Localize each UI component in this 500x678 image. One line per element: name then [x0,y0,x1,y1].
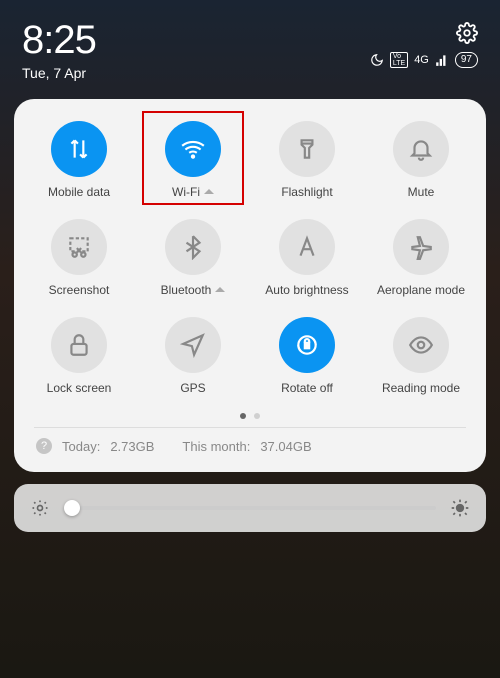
brightness-low-icon [30,498,50,518]
tile-label: Lock screen [47,381,112,395]
month-label: This month: [182,439,250,454]
tile-label: Auto brightness [265,283,348,297]
settings-icon[interactable] [456,22,478,44]
tile-label: Aeroplane mode [377,283,465,297]
tile-mute[interactable]: Mute [364,117,478,203]
signal-icon [435,53,449,67]
tile-reading-mode[interactable]: Reading mode [364,313,478,399]
lock-icon [66,332,92,358]
clock-date: Tue, 7 Apr [22,65,96,81]
tile-label: Flashlight [281,185,332,199]
mobile-data-icon [66,136,92,162]
dnd-moon-icon [370,53,384,67]
tile-label: Wi-Fi [172,185,214,199]
tile-screenshot[interactable]: Screenshot [22,215,136,301]
brightness-track[interactable] [64,506,436,510]
tile-label: Screenshot [49,283,110,297]
today-value: 2.73GB [110,439,154,454]
data-usage-row[interactable]: ? Today: 2.73GB This month: 37.04GB [22,428,478,464]
network-type: 4G [414,54,429,66]
info-icon: ? [36,438,52,454]
tile-gps[interactable]: GPS [136,313,250,399]
battery-level: 97 [455,52,478,68]
wifi-icon [180,136,206,162]
tile-wifi[interactable]: Wi-Fi [136,117,250,203]
eye-icon [408,332,434,358]
expand-icon [215,287,225,292]
volte-badge: VoLTE [390,52,408,68]
quick-settings-panel: Mobile data Wi-Fi Flashlight Mute Screen… [14,99,486,472]
month-value: 37.04GB [260,439,311,454]
flashlight-icon [294,136,320,162]
bell-icon [408,136,434,162]
tile-bluetooth[interactable]: Bluetooth [136,215,250,301]
tile-auto-brightness[interactable]: Auto brightness [250,215,364,301]
tile-flashlight[interactable]: Flashlight [250,117,364,203]
tile-label: GPS [180,381,205,395]
brightness-high-icon [450,498,470,518]
page-indicator [22,413,478,419]
tile-aeroplane-mode[interactable]: Aeroplane mode [364,215,478,301]
tile-mobile-data[interactable]: Mobile data [22,117,136,203]
tile-rotate-off[interactable]: Rotate off [250,313,364,399]
tile-lock-screen[interactable]: Lock screen [22,313,136,399]
tile-label: Reading mode [382,381,460,395]
letter-a-icon [294,234,320,260]
tile-label: Mobile data [48,185,110,199]
navigation-icon [180,332,206,358]
airplane-icon [408,234,434,260]
brightness-slider[interactable] [14,484,486,532]
today-label: Today: [62,439,100,454]
rotate-lock-icon [294,332,320,358]
scissors-icon [66,234,92,260]
status-icons: VoLTE 4G 97 [370,52,478,68]
clock-time: 8:25 [22,18,96,63]
expand-icon [204,189,214,194]
bluetooth-icon [180,234,206,260]
brightness-thumb[interactable] [64,500,80,516]
tile-label: Bluetooth [161,283,226,297]
tile-label: Mute [408,185,435,199]
tile-label: Rotate off [281,381,333,395]
